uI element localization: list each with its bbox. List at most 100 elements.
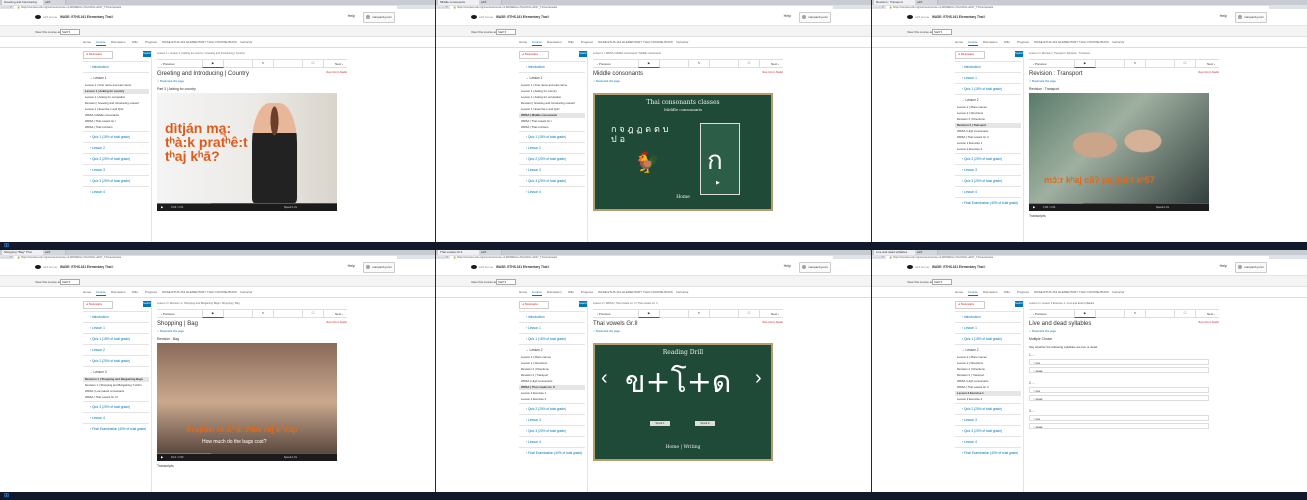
outline-subsection[interactable]: Lesson 2 Exercise 1: [955, 141, 1021, 146]
view-as-select[interactable]: Staff ▾: [496, 28, 516, 35]
browser-tab[interactable]: edX: [479, 0, 502, 5]
course-nav-progress[interactable]: Progress: [1017, 290, 1029, 294]
outline-section[interactable]: › Quiz 3 (20% of total grade): [83, 401, 149, 412]
unit-tab[interactable]: ✎: [252, 310, 274, 317]
outline-subsection[interactable]: Lesson 2 | Directions: [955, 111, 1021, 116]
outline-section[interactable]: › Lesson 3: [83, 164, 149, 175]
outline-subsection[interactable]: WRSA | Low paired consonants: [83, 389, 149, 394]
edx-logo[interactable]: [35, 15, 41, 19]
outline-section[interactable]: › Introduction: [955, 311, 1021, 322]
previous-button[interactable]: ‹ Previous: [1033, 312, 1047, 316]
board-footer[interactable]: Home: [595, 195, 771, 200]
answer-option[interactable]: ○ live: [1029, 387, 1209, 393]
edx-logo[interactable]: [907, 15, 913, 19]
edx-home-link[interactable]: edX Home: [43, 265, 57, 269]
browser-tab[interactable]: edX: [43, 250, 66, 255]
outline-subsection[interactable]: WRSA | Middle consonants: [83, 113, 149, 118]
outline-section[interactable]: › Quiz 2 (20% of total grade): [83, 153, 149, 164]
browser-tab[interactable]: edX: [43, 0, 66, 5]
unit-tab[interactable]: ☐: [738, 310, 760, 317]
chalkboard-slide[interactable]: Reading Drill ข+โ+ด ‹ › Spell 1 Spell 2 Home |…: [595, 345, 771, 459]
unit-tab[interactable]: ☐: [1174, 310, 1196, 317]
course-nav-discussion[interactable]: Discussion: [111, 40, 126, 44]
course-nav-instructor[interactable]: Instructor: [1112, 290, 1125, 294]
outline-section[interactable]: › Final Examination (40% of total grade): [955, 197, 1021, 208]
video-progress-bar[interactable]: [157, 203, 337, 204]
outline-section[interactable]: › Lesson 3: [519, 414, 585, 425]
next-arrow-icon[interactable]: ›: [755, 367, 762, 390]
course-nav-wase[interactable]: WASE ETHS.161 ELEMENTARY THAI COURSE BOO…: [1034, 290, 1109, 294]
unit-tab[interactable]: ▶: [1074, 310, 1096, 318]
edx-logo[interactable]: [907, 265, 913, 269]
outline-subsection[interactable]: Lesson 2 Exercise 1: [955, 391, 1021, 396]
outline-subsection[interactable]: Revision 2 | Directions: [519, 367, 585, 372]
browser-tab[interactable]: edX: [479, 250, 502, 255]
outline-section[interactable]: › Lesson 3: [519, 164, 585, 175]
answer-option[interactable]: ○ dead: [1029, 395, 1209, 401]
previous-button[interactable]: ‹ Previous: [597, 62, 611, 66]
course-nav-progress[interactable]: Progress: [581, 40, 593, 44]
outline-section[interactable]: › Quiz 2 (20% of total grade): [519, 403, 585, 414]
outline-section-open[interactable]: ⌄ Lesson 1: [83, 72, 149, 83]
view-in-studio-button[interactable]: View Unit in Studio: [1198, 71, 1219, 74]
outline-subsection[interactable]: Revision 2 | Directions: [955, 117, 1021, 122]
edx-home-link[interactable]: edX Home: [479, 15, 493, 19]
browser-tab[interactable]: edX: [915, 0, 938, 5]
unit-tab[interactable]: ☐: [738, 60, 760, 67]
bookmark-link[interactable]: ☆ Bookmark this page: [157, 79, 184, 83]
user-menu-button[interactable]: manpan1yu.kn: [1235, 262, 1267, 273]
outline-section[interactable]: › Quiz 2 (20% of total grade): [83, 355, 149, 366]
edx-logo[interactable]: [471, 15, 477, 19]
bookmark-link[interactable]: ☆ Bookmark this page: [593, 329, 620, 333]
outline-section[interactable]: › Final Examination (40% of total grade): [83, 423, 149, 434]
view-as-select[interactable]: Staff ▾: [496, 278, 516, 285]
edx-logo[interactable]: [471, 265, 477, 269]
outline-section[interactable]: › Quiz 3 (20% of total grade): [519, 175, 585, 186]
answer-option[interactable]: ○ live: [1029, 415, 1209, 421]
user-menu-button[interactable]: manpan1yu.kn: [1235, 12, 1267, 23]
start-button[interactable]: ⊞: [4, 492, 9, 499]
user-menu-button[interactable]: manpan1yu.kn: [799, 262, 831, 273]
course-nav-wiki[interactable]: Wiki: [568, 40, 574, 44]
course-nav-discussion[interactable]: Discussion: [983, 40, 998, 44]
course-nav-home[interactable]: Home: [83, 290, 91, 294]
course-nav-discussion[interactable]: Discussion: [547, 40, 562, 44]
outline-subsection[interactable]: WRSA | High consonants: [955, 379, 1021, 384]
outline-section[interactable]: › Introduction: [519, 61, 585, 72]
outline-section[interactable]: › Quiz 3 (20% of total grade): [83, 175, 149, 186]
outline-section[interactable]: › Quiz 1 (15% of total grade): [519, 333, 585, 344]
bookmark-link[interactable]: ☆ Bookmark this page: [593, 79, 620, 83]
unit-tab[interactable]: ▶: [638, 310, 660, 318]
bookmarks-button[interactable]: ★ Bookmarks: [83, 51, 113, 59]
outline-subsection[interactable]: Lesson 1 | Asking for country: [83, 89, 149, 94]
unit-tab[interactable]: ☐: [1174, 60, 1196, 67]
edx-home-link[interactable]: edX Home: [915, 15, 929, 19]
bookmarks-button[interactable]: ★ Bookmarks: [955, 301, 985, 309]
search-button[interactable]: Search: [1015, 51, 1023, 57]
course-nav-instructor[interactable]: Instructor: [676, 290, 689, 294]
board-footer[interactable]: Home | Writing: [595, 445, 771, 450]
view-as-select[interactable]: Staff ▾: [932, 278, 952, 285]
course-nav-wiki[interactable]: Wiki: [132, 290, 138, 294]
outline-subsection[interactable]: WRSA | Thai vowels Gr. I: [83, 119, 149, 124]
prev-arrow-icon[interactable]: ‹: [601, 367, 608, 390]
course-nav-progress[interactable]: Progress: [145, 40, 157, 44]
bookmarks-button[interactable]: ★ Bookmarks: [955, 51, 985, 59]
outline-section[interactable]: › Introduction: [955, 61, 1021, 72]
outline-subsection[interactable]: Lesson 1 | Asking for country: [519, 89, 585, 94]
unit-tab[interactable]: ▶: [202, 310, 224, 318]
bookmark-link[interactable]: ☆ Bookmark this page: [1029, 329, 1056, 333]
bookmarks-button[interactable]: ★ Bookmarks: [519, 51, 549, 59]
course-nav-discussion[interactable]: Discussion: [983, 290, 998, 294]
outline-section[interactable]: › Lesson 4: [519, 186, 585, 197]
help-link[interactable]: Help: [784, 264, 791, 268]
course-nav-home[interactable]: Home: [955, 290, 963, 294]
course-nav-home[interactable]: Home: [83, 40, 91, 44]
search-button[interactable]: Search: [143, 301, 151, 307]
outline-section[interactable]: › Quiz 2 (20% of total grade): [955, 403, 1021, 414]
course-nav-home[interactable]: Home: [519, 290, 527, 294]
chalkboard-slide[interactable]: Thai consonants classes Middle consonants…: [595, 95, 771, 209]
course-nav-wase[interactable]: WASE ETHS.161 ELEMENTARY THAI COURSE BOO…: [598, 40, 673, 44]
help-link[interactable]: Help: [1220, 14, 1227, 18]
course-nav-home[interactable]: Home: [955, 40, 963, 44]
